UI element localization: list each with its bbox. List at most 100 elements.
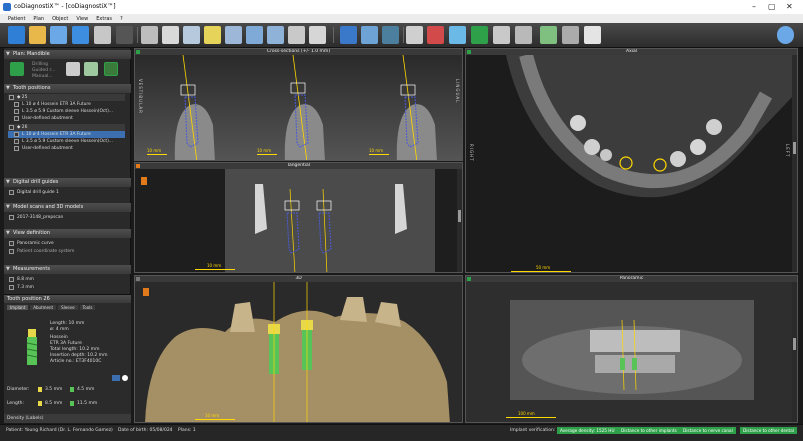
abutment-row-26[interactable]: User-defined abutment <box>8 145 125 152</box>
implant-length: Length: 10 mm <box>50 321 85 326</box>
diameter-max[interactable]: 4.5 mm <box>77 387 94 392</box>
print-guide-icon[interactable] <box>562 26 579 44</box>
model-scan-row[interactable]: 2017-3148_prepscan <box>8 214 125 221</box>
open-folder-icon[interactable] <box>29 26 46 44</box>
panoramic-icon[interactable] <box>406 26 423 44</box>
plan-header[interactable]: ▼ Plan: Mandible <box>4 50 131 59</box>
export-guide-icon[interactable] <box>584 26 601 44</box>
panoramic-view[interactable]: Panoramic 100 mm <box>465 275 798 423</box>
back-icon[interactable] <box>8 26 25 44</box>
drill-guide-row[interactable]: Digital drill guide 1 <box>8 189 125 196</box>
implant-row-25[interactable]: L 10 ø 4 Hossein ETR 3A Future <box>8 101 125 108</box>
plan-option-guided[interactable]: Guided r... <box>32 68 55 73</box>
edit-icon[interactable] <box>112 375 120 381</box>
annotate-icon[interactable] <box>449 26 466 44</box>
menu-object[interactable]: Object <box>52 16 68 22</box>
implant-row-26[interactable]: L 10 ø 4 Hossein ETR 3A Future <box>8 131 125 138</box>
crosshair-icon[interactable] <box>340 26 357 44</box>
export-icon[interactable] <box>72 26 89 44</box>
tab-implant[interactable]: Implant <box>7 305 29 310</box>
menu-help[interactable]: ? <box>120 16 123 22</box>
implant-icon[interactable] <box>204 26 221 44</box>
measure-icon[interactable] <box>288 26 305 44</box>
diameter-min[interactable]: 3.5 mm <box>45 387 62 392</box>
menu-plan[interactable]: Plan <box>33 16 44 22</box>
guide-design-icon[interactable] <box>104 62 118 76</box>
save-icon[interactable] <box>50 26 67 44</box>
sleeve-row-26[interactable]: L 3.5 ø 5.9 Custom sleeve Hossein(Oct)..… <box>8 138 125 145</box>
menu-extras[interactable]: Extras <box>96 16 112 22</box>
distance-nerve-badge[interactable]: Distance to nerve canal <box>680 427 736 434</box>
view-definition-header[interactable]: ▼ View definition <box>4 229 131 238</box>
maximize-button[interactable]: ▢ <box>768 2 776 12</box>
right-label: RIGHT <box>469 144 474 162</box>
plans-count: Plans: 1 <box>178 428 196 433</box>
patient-icon[interactable] <box>141 26 158 44</box>
check-guide-icon[interactable] <box>540 26 557 44</box>
sleeve-row-25[interactable]: L 3.5 ø 5.9 Custom sleeve Hossein(Oct)..… <box>8 108 125 115</box>
cross-sections-view[interactable]: Cross-sections (+/- 1.0 mm) VESTIBULAR L… <box>134 48 463 161</box>
diameter-label: Diameter: <box>7 387 30 392</box>
tooth-icon[interactable] <box>162 26 179 44</box>
drill-guides-header[interactable]: ▼ Digital drill guides <box>4 178 131 187</box>
axial-view[interactable]: Axial RIGHT LEFT 50 mm <box>465 48 798 273</box>
tab-sleeve[interactable]: Sleeve <box>58 305 78 310</box>
sleeve-tool-icon[interactable] <box>66 62 80 76</box>
undo-icon[interactable] <box>471 26 488 44</box>
tooth-group-25[interactable]: ◆ 25 <box>8 94 125 101</box>
print-icon[interactable] <box>94 26 111 44</box>
cross-scale-2: 10 mm <box>257 148 272 153</box>
minimize-button[interactable]: – <box>752 2 756 12</box>
measurements-header[interactable]: ▼ Measurements <box>4 265 131 274</box>
grid-icon[interactable] <box>116 26 133 44</box>
nerve-icon[interactable] <box>427 26 444 44</box>
sleeve-icon[interactable] <box>225 26 242 44</box>
axial-image <box>466 55 794 272</box>
3d-view[interactable]: 3D 10 mm <box>134 275 463 423</box>
add-implant-icon[interactable] <box>10 62 24 76</box>
measurement-row-1[interactable]: 8.8 mm <box>8 276 125 283</box>
tangential-scrollbar[interactable] <box>457 169 462 272</box>
tooth-positions-header[interactable]: ▼ Tooth positions <box>4 84 131 93</box>
zoom-icon[interactable] <box>382 26 399 44</box>
close-button[interactable]: ✕ <box>786 2 793 12</box>
cross-sections-image <box>135 55 462 160</box>
tab-abutment[interactable]: Abutment <box>30 305 57 310</box>
patient-coord-row[interactable]: Patient coordinate system <box>8 248 125 255</box>
tooth-group-26[interactable]: ◆ 26 <box>8 124 125 131</box>
length-min[interactable]: 8.5 mm <box>45 401 62 406</box>
axial-scrollbar[interactable] <box>792 55 797 272</box>
menu-patient[interactable]: Patient <box>8 16 25 22</box>
model-icon[interactable] <box>183 26 200 44</box>
length-max[interactable]: 11.5 mm <box>77 401 97 406</box>
title-bar: coDiagnostiX™ - [coDiagnostiX™] – ▢ ✕ <box>0 0 803 14</box>
distance-implants-badge[interactable]: Distance to other implants <box>618 427 680 434</box>
layers-icon[interactable] <box>515 26 532 44</box>
guide-icon[interactable] <box>267 26 284 44</box>
implant-diameter: ø: 4 mm <box>50 327 69 332</box>
implant-preview-icon <box>26 329 38 365</box>
implant-article: Article no.: ET3F4010C <box>50 359 102 364</box>
distance-dental-badge[interactable]: Distance to other dental <box>740 427 797 434</box>
tab-tools[interactable]: Tools <box>79 305 96 310</box>
redo-icon[interactable] <box>493 26 510 44</box>
diameter-min-swatch <box>38 387 42 392</box>
average-density-badge[interactable]: Average density: 1525 HU <box>557 427 618 434</box>
menu-view[interactable]: View <box>76 16 88 22</box>
abutment-icon[interactable] <box>246 26 263 44</box>
density-bar[interactable]: Density (Labels) <box>4 414 131 423</box>
plan-option-manual[interactable]: Manual... <box>32 74 53 79</box>
volume-icon[interactable] <box>309 26 326 44</box>
help-icon[interactable] <box>777 26 794 44</box>
panoramic-curve-row[interactable]: Panoramic curve <box>8 240 125 247</box>
measurement-row-2[interactable]: 7.3 mm <box>8 284 125 291</box>
plan-option-drilling[interactable]: Drilling <box>32 62 48 67</box>
rotate-icon[interactable] <box>361 26 378 44</box>
panoramic-scrollbar[interactable] <box>792 282 797 422</box>
verify-icon[interactable] <box>84 62 98 76</box>
tangential-view[interactable]: Tangential 10 mm <box>134 162 463 273</box>
axial-scale-bar <box>511 271 571 272</box>
abutment-row-25[interactable]: User-defined abutment <box>8 115 125 122</box>
model-scans-header[interactable]: ▼ Model scans and 3D models <box>4 203 131 212</box>
info-icon[interactable] <box>122 375 128 381</box>
